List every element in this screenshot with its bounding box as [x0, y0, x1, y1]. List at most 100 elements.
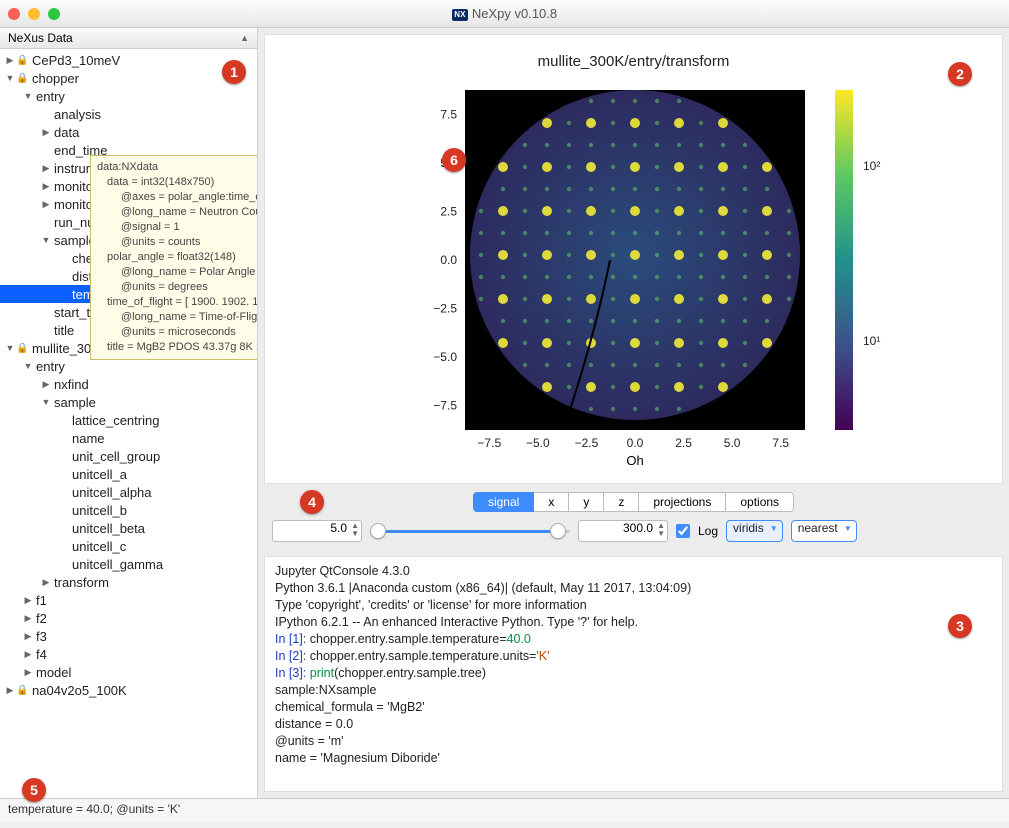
lock-icon: 🔒: [16, 685, 28, 696]
tree-label: analysis: [52, 107, 101, 122]
disclosure-icon[interactable]: [22, 613, 34, 624]
close-icon[interactable]: [8, 8, 20, 20]
x-axis-label: Qh: [626, 453, 643, 465]
colorbar: [835, 90, 853, 430]
tree-row[interactable]: transform: [0, 573, 257, 591]
tree-label: entry: [34, 359, 65, 374]
zoom-icon[interactable]: [48, 8, 60, 20]
tree-row[interactable]: unitcell_b: [0, 501, 257, 519]
annotation-2: 2: [948, 62, 972, 86]
disclosure-icon[interactable]: [40, 163, 52, 174]
disclosure-icon[interactable]: [22, 595, 34, 606]
tree-row[interactable]: f2: [0, 609, 257, 627]
log-label: Log: [698, 524, 718, 538]
tab-options[interactable]: options: [726, 492, 794, 512]
tree-row[interactable]: unitcell_a: [0, 465, 257, 483]
svg-text:10¹: 10¹: [863, 334, 880, 348]
tree-label: f4: [34, 647, 47, 662]
tree-row[interactable]: f3: [0, 627, 257, 645]
svg-text:−7.5: −7.5: [433, 399, 457, 413]
min-input[interactable]: 5.0▲▼: [272, 520, 362, 542]
tree-label: unitcell_a: [70, 467, 127, 482]
disclosure-icon[interactable]: [40, 199, 52, 210]
window-controls: [8, 8, 60, 20]
tab-y[interactable]: y: [569, 492, 604, 512]
stepper-icon[interactable]: ▲▼: [657, 522, 665, 538]
tree-row[interactable]: analysis: [0, 105, 257, 123]
disclosure-icon[interactable]: [4, 343, 16, 353]
tab-z[interactable]: z: [604, 492, 639, 512]
tree-label: model: [34, 665, 71, 680]
disclosure-icon[interactable]: [40, 577, 52, 588]
svg-text:−2.5: −2.5: [575, 436, 599, 450]
disclosure-icon[interactable]: [22, 361, 34, 371]
tree-tooltip: data:NXdatadata = int32(148x750)@axes = …: [90, 155, 257, 360]
tree-label: CePd3_10meV: [30, 53, 120, 68]
disclosure-icon[interactable]: [4, 73, 16, 83]
tab-projections[interactable]: projections: [639, 492, 726, 512]
tree-row[interactable]: model: [0, 663, 257, 681]
disclosure-icon[interactable]: [40, 127, 52, 138]
titlebar: NXNeXpy v0.10.8: [0, 0, 1009, 28]
tree-row[interactable]: f4: [0, 645, 257, 663]
svg-text:−5.0: −5.0: [526, 436, 550, 450]
tree-row[interactable]: data: [0, 123, 257, 141]
annotation-1: 1: [222, 60, 246, 84]
ipython-console[interactable]: Jupyter QtConsole 4.3.0Python 3.6.1 |Ana…: [264, 556, 1003, 792]
plot-panel[interactable]: mullite_300K/entry/transform: [264, 34, 1003, 484]
tree-label: unitcell_c: [70, 539, 126, 554]
colormap-select[interactable]: viridis: [726, 520, 783, 542]
max-input[interactable]: 300.0▲▼: [578, 520, 668, 542]
tree-view[interactable]: 🔒CePd3_10meV🔒chopperentryanalysisdataend…: [0, 49, 257, 798]
plot-canvas[interactable]: −7.5−5.0−2.50.02.55.07.5 7.55.02.50.0−2.…: [265, 35, 995, 465]
lock-icon: 🔒: [16, 55, 28, 66]
tree-row[interactable]: unitcell_beta: [0, 519, 257, 537]
disclosure-icon[interactable]: [40, 379, 52, 390]
tree-row[interactable]: nxfind: [0, 375, 257, 393]
log-checkbox[interactable]: [676, 524, 690, 538]
disclosure-icon[interactable]: [40, 235, 52, 245]
svg-text:2.5: 2.5: [440, 204, 457, 218]
disclosure-icon[interactable]: [4, 55, 16, 66]
tree-row[interactable]: sample: [0, 393, 257, 411]
minimize-icon[interactable]: [28, 8, 40, 20]
tree-row[interactable]: unitcell_c: [0, 537, 257, 555]
disclosure-icon[interactable]: [40, 181, 52, 192]
disclosure-icon[interactable]: [40, 397, 52, 407]
svg-text:2.5: 2.5: [675, 436, 692, 450]
lock-icon: 🔒: [16, 343, 28, 354]
annotation-3: 3: [948, 614, 972, 638]
tree-label: f3: [34, 629, 47, 644]
plot-controls: 5.0▲▼ 300.0▲▼ Log viridis nearest: [258, 512, 1009, 550]
disclosure-icon[interactable]: [22, 667, 34, 678]
tree-label: name: [70, 431, 105, 446]
tree-row[interactable]: 🔒CePd3_10meV: [0, 51, 257, 69]
stepper-icon[interactable]: ▲▼: [351, 522, 359, 538]
tree-row[interactable]: unit_cell_group: [0, 447, 257, 465]
interp-select[interactable]: nearest: [791, 520, 857, 542]
tree-row[interactable]: entry: [0, 87, 257, 105]
tab-signal[interactable]: signal: [473, 492, 534, 512]
disclosure-icon[interactable]: [4, 685, 16, 696]
tree-row[interactable]: lattice_centring: [0, 411, 257, 429]
disclosure-icon[interactable]: [22, 649, 34, 660]
slider-knob-max[interactable]: [550, 523, 566, 539]
tree-row[interactable]: unitcell_alpha: [0, 483, 257, 501]
tree-row[interactable]: unitcell_gamma: [0, 555, 257, 573]
tree-row[interactable]: 🔒chopper: [0, 69, 257, 87]
sort-icon[interactable]: ▲: [240, 33, 249, 43]
disclosure-icon[interactable]: [22, 631, 34, 642]
tree-label: transform: [52, 575, 109, 590]
annotation-4: 4: [300, 490, 324, 514]
svg-text:0.0: 0.0: [440, 253, 457, 267]
disclosure-icon[interactable]: [22, 91, 34, 101]
slider-knob-min[interactable]: [370, 523, 386, 539]
tree-row[interactable]: f1: [0, 591, 257, 609]
range-slider[interactable]: [370, 523, 570, 539]
tree-label: f2: [34, 611, 47, 626]
tree-row[interactable]: name: [0, 429, 257, 447]
tree-label: unitcell_alpha: [70, 485, 152, 500]
tree-row[interactable]: 🔒na04v2o5_100K: [0, 681, 257, 699]
sidebar-header[interactable]: NeXus Data ▲: [0, 28, 257, 49]
tab-x[interactable]: x: [534, 492, 569, 512]
